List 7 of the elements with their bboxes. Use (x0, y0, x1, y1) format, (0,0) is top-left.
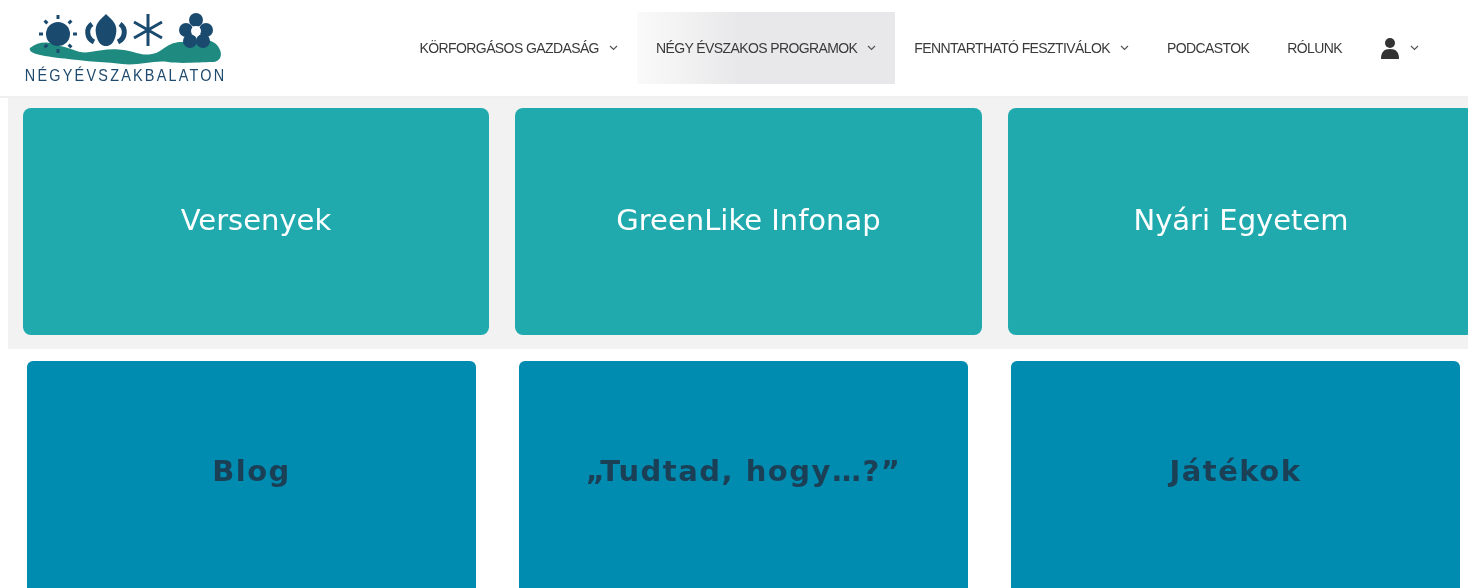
nav-link[interactable]: RÓLUNK (1268, 12, 1361, 84)
nav-link[interactable]: NÉGY ÉVSZAKOS PROGRAMOK (636, 12, 896, 84)
nav-link[interactable]: KÖRFORGÁSOS GAZDASÁG (400, 12, 637, 84)
user-icon (1380, 37, 1400, 59)
nav-link[interactable]: PODCASTOK (1148, 12, 1269, 84)
nav-link[interactable]: FENNTARTHATÓ FESZTIVÁLOK (895, 12, 1148, 84)
logo-text[interactable]: NÉGYÉVSZAKBALATON (25, 66, 227, 86)
